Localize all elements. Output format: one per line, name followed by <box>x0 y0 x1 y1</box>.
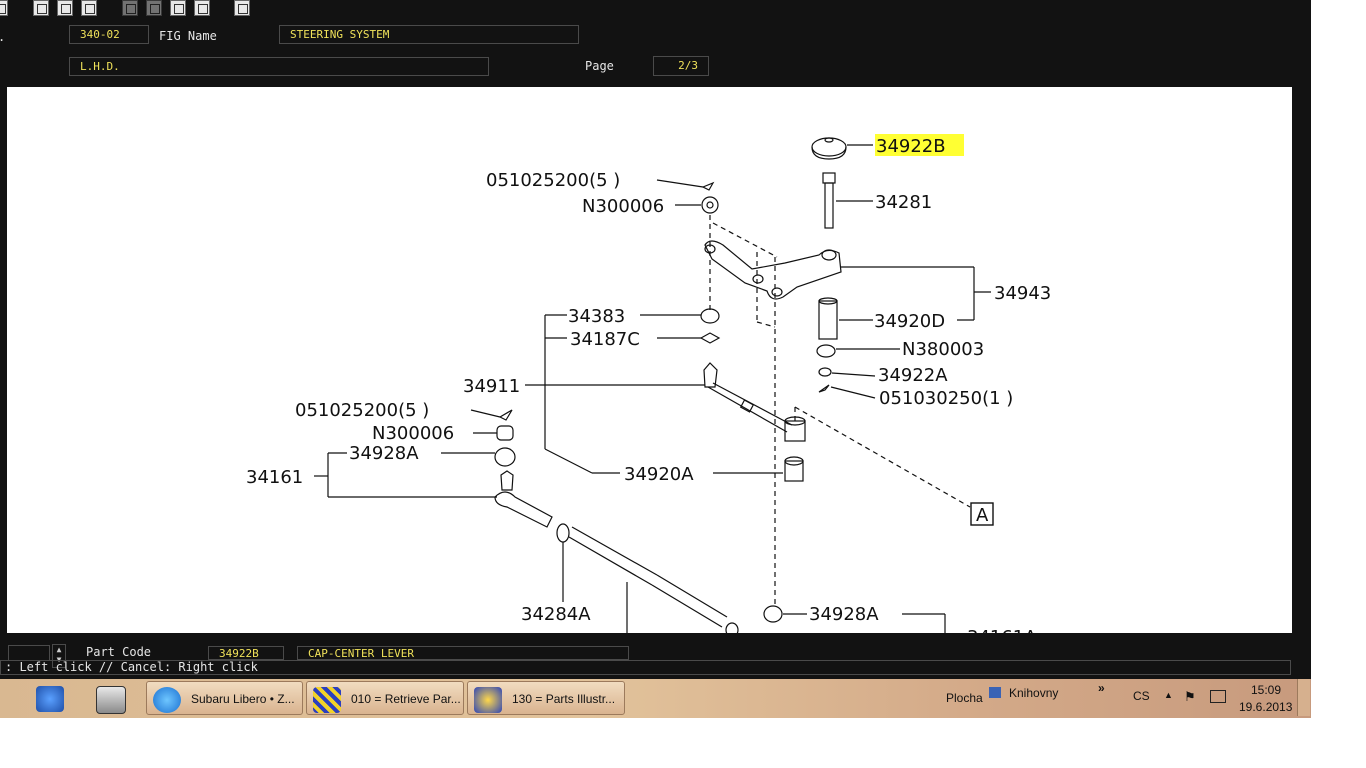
action-center-flag-icon[interactable]: ⚑ <box>1184 689 1196 705</box>
part-code-label: Part Code <box>86 645 152 659</box>
part-callout-34161a_cut[interactable]: 34161A <box>967 627 1037 633</box>
part-callout-n380003[interactable]: N380003 <box>902 339 984 360</box>
steering-diagram[interactable]: 34922B051025200(5 )N300006 34281349433438… <box>7 87 1292 633</box>
subaru-icon <box>474 687 502 713</box>
taskbar-pinned-outlook[interactable] <box>30 681 70 715</box>
taskbar-item-label: Subaru Libero • Z... <box>191 692 295 706</box>
part-callout-34928a_bottom[interactable]: 34928A <box>809 604 879 625</box>
copy-icon[interactable] <box>57 0 73 16</box>
taskbar-item-browser[interactable]: Subaru Libero • Z... <box>146 681 303 715</box>
taskbar-item-illustration[interactable]: 130 = Parts Illustr... <box>467 681 625 715</box>
part-callout-ref_a[interactable]: A <box>976 505 989 526</box>
network-icon[interactable] <box>1210 690 1226 703</box>
part-callout-34922b[interactable]: 34922B <box>876 136 946 157</box>
part-callout-34928a_left[interactable]: 34928A <box>349 443 419 464</box>
taskbar-item-retrieve[interactable]: 010 = Retrieve Par... <box>306 681 464 715</box>
word-icon <box>96 686 126 714</box>
part-callout-34943[interactable]: 34943 <box>994 283 1051 304</box>
part-callout-34920a[interactable]: 34920A <box>624 464 694 485</box>
page-label: Page <box>585 59 614 73</box>
part-callout-34911[interactable]: 34911 <box>463 376 520 397</box>
part-callout-34383[interactable]: 34383 <box>568 306 625 327</box>
desktop-toolbar[interactable]: Plocha <box>946 691 983 705</box>
part-callout-34922a[interactable]: 34922A <box>878 365 948 386</box>
clock-time[interactable]: 15:09 <box>1251 683 1281 697</box>
zoom-icon[interactable] <box>234 0 250 16</box>
taskbar-item-label: 130 = Parts Illustr... <box>512 692 616 706</box>
fig-name-label: FIG Name <box>159 29 217 43</box>
part-callout-34161[interactable]: 34161 <box>246 467 303 488</box>
page-field: 2/3 <box>653 56 709 76</box>
print-icon[interactable] <box>33 0 49 16</box>
nav-last-icon[interactable] <box>194 0 210 16</box>
libraries-icon <box>989 687 1001 698</box>
ie-icon <box>153 687 181 713</box>
part-callout-34187c[interactable]: 34187C <box>570 329 640 350</box>
refresh-icon[interactable] <box>81 0 97 16</box>
screen-margin <box>1311 0 1366 768</box>
toolbar-button-partial[interactable] <box>0 0 8 16</box>
part-code-field: 34922B <box>208 646 284 660</box>
part-callout-051030250[interactable]: 051030250(1 ) <box>879 388 1013 409</box>
status-bar: : Left click // Cancel: Right click <box>0 660 1291 675</box>
part-callout-n300006_top[interactable]: N300006 <box>582 196 664 217</box>
parts-illustration[interactable]: 34922B 051025200(5 ) N300006 34281 34943 3438… <box>7 87 1292 633</box>
fig-code-field: 340-02 <box>69 25 149 44</box>
part-description-field: CAP-CENTER LEVER <box>297 646 629 660</box>
libraries-toolbar[interactable]: Knihovny <box>1009 686 1058 700</box>
show-hidden-icons-icon[interactable]: ▲ <box>1164 690 1173 700</box>
part-callout-051025200_top[interactable]: 051025200(5 ) <box>486 170 620 191</box>
region-field: L.H.D. <box>69 57 489 76</box>
toolbar <box>0 0 260 18</box>
part-callout-34284a[interactable]: 34284A <box>521 604 591 625</box>
nav-first-icon[interactable] <box>122 0 138 16</box>
fig-name-field: STEERING SYSTEM <box>279 25 579 44</box>
taskbar-pinned-word[interactable] <box>90 681 130 715</box>
part-callout-n300006_mid[interactable]: N300006 <box>372 423 454 444</box>
nav-prev-icon[interactable] <box>146 0 162 16</box>
application-window: . 340-02 FIG Name STEERING SYSTEM L.H.D.… <box>0 0 1311 680</box>
outlook-icon <box>36 686 64 712</box>
clock-date[interactable]: 19.6.2013 <box>1239 700 1292 714</box>
windows-taskbar: Subaru Libero • Z... 010 = Retrieve Par.… <box>0 679 1311 718</box>
show-desktop-button[interactable] <box>1297 679 1310 716</box>
toolbar-chevron[interactable]: » <box>1098 681 1105 695</box>
taskbar-item-label: 010 = Retrieve Par... <box>351 692 461 706</box>
part-index-box[interactable] <box>8 645 50 661</box>
language-indicator[interactable]: CS <box>1133 689 1150 703</box>
nav-next-icon[interactable] <box>170 0 186 16</box>
row-marker: . <box>0 30 5 44</box>
parts-app-icon <box>313 687 341 713</box>
part-callout-34281[interactable]: 34281 <box>875 192 932 213</box>
part-callout-34920d[interactable]: 34920D <box>874 311 945 332</box>
part-callout-051025200_mid[interactable]: 051025200(5 ) <box>295 400 429 421</box>
